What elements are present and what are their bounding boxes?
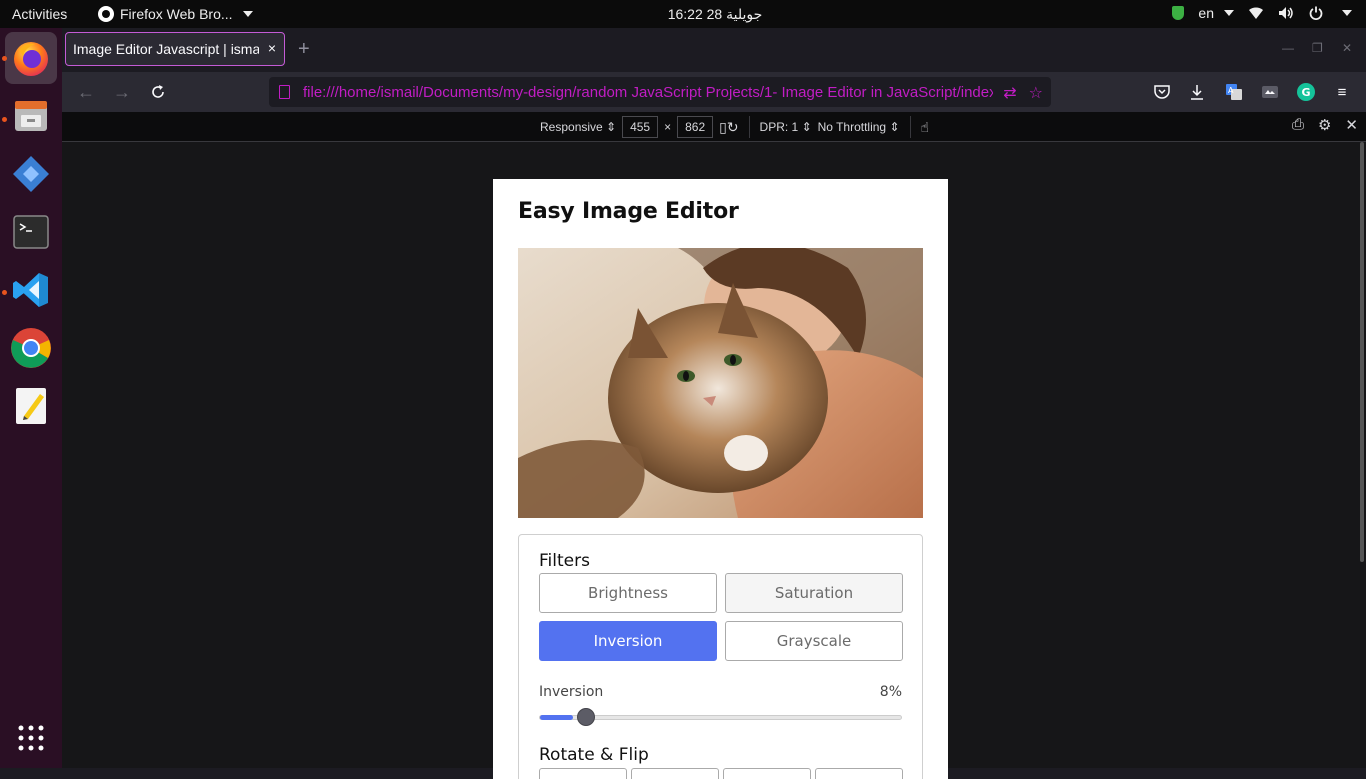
- power-icon[interactable]: [1308, 5, 1324, 21]
- dock-show-applications[interactable]: [5, 712, 57, 764]
- terminal-icon: [13, 215, 49, 249]
- dock-firefox[interactable]: [5, 32, 57, 84]
- forward-icon[interactable]: →: [111, 81, 133, 103]
- divider: [748, 116, 750, 138]
- text-editor-icon: [16, 388, 46, 424]
- extension-icon[interactable]: [1260, 82, 1280, 102]
- new-tab-button[interactable]: +: [298, 38, 310, 61]
- image-editor-app: Easy Image Editor Filters Brightness Sat…: [493, 179, 948, 779]
- reload-icon[interactable]: [147, 81, 169, 103]
- rotate-right-button[interactable]: [631, 768, 719, 779]
- maximize-icon[interactable]: ❐: [1312, 41, 1323, 55]
- files-icon: [15, 101, 47, 131]
- chrome-icon: [11, 328, 51, 368]
- viewport-height-input[interactable]: 862: [677, 116, 714, 138]
- throttling-selector[interactable]: No Throttling ⇕: [818, 120, 900, 134]
- minimize-icon[interactable]: —: [1282, 41, 1294, 55]
- tab-strip: Image Editor Javascript | ismail × + — ❐…: [62, 28, 1366, 72]
- shield-icon[interactable]: [1172, 6, 1185, 20]
- system-tray[interactable]: en: [1172, 5, 1352, 21]
- dock-files[interactable]: [5, 90, 57, 142]
- menu-icon[interactable]: ≡: [1332, 82, 1352, 102]
- page-title: Easy Image Editor: [518, 199, 739, 224]
- slider-thumb[interactable]: [577, 708, 595, 726]
- close-window-icon[interactable]: ✕: [1342, 41, 1352, 55]
- screenshot-icon[interactable]: ⎙: [1292, 116, 1304, 134]
- dock-software[interactable]: [5, 148, 57, 200]
- divider: [909, 116, 911, 138]
- filter-slider[interactable]: [539, 708, 902, 726]
- filters-title: Filters: [539, 551, 590, 571]
- editor-panel: Filters Brightness Saturation Inversion …: [518, 534, 923, 779]
- pocket-icon[interactable]: [1152, 82, 1172, 102]
- slider-fill: [540, 715, 573, 720]
- tab-image-editor[interactable]: Image Editor Javascript | ismail ×: [65, 32, 285, 66]
- vscode-icon: [13, 273, 48, 307]
- dock-vscode[interactable]: [5, 264, 57, 316]
- translate-extension-icon[interactable]: A: [1224, 82, 1244, 102]
- dpr-selector[interactable]: DPR: 1 ⇕: [760, 120, 812, 134]
- running-indicator: [2, 117, 7, 122]
- url-text: file:///home/ismail/Documents/my-design/…: [303, 83, 993, 101]
- chevron-down-icon: [1224, 10, 1234, 16]
- dock-terminal[interactable]: [5, 206, 57, 258]
- svg-text:A: A: [1228, 86, 1234, 95]
- slider-label: Inversion: [539, 684, 604, 700]
- inversion-button[interactable]: Inversion: [539, 621, 717, 661]
- translate-icon[interactable]: ⇄: [1003, 83, 1016, 103]
- flip-horizontal-button[interactable]: [723, 768, 811, 779]
- viewport-width-input[interactable]: 455: [622, 116, 659, 138]
- slider-value: 8%: [879, 684, 902, 700]
- scrollbar[interactable]: [1360, 142, 1364, 562]
- bookmark-star-icon[interactable]: ☆: [1029, 83, 1043, 103]
- firefox-icon: [14, 42, 48, 76]
- language-label: en: [1198, 5, 1214, 21]
- device-label: Responsive: [540, 120, 603, 134]
- flip-vertical-button[interactable]: [815, 768, 903, 779]
- navigation-bar: ← → file:///home/ismail/Documents/my-des…: [62, 72, 1366, 112]
- language-selector[interactable]: en: [1198, 5, 1234, 21]
- brightness-button[interactable]: Brightness: [539, 573, 717, 613]
- close-rdm-icon[interactable]: ✕: [1345, 116, 1358, 134]
- downloads-icon[interactable]: [1187, 82, 1207, 102]
- settings-gear-icon[interactable]: ⚙: [1318, 116, 1331, 134]
- tab-title: Image Editor Javascript | ismail: [73, 41, 259, 57]
- chevron-down-icon: [1342, 10, 1352, 16]
- system-top-bar: Activities Firefox Web Bro... 16:22 28 ج…: [0, 0, 1366, 28]
- clock[interactable]: 16:22 28 جويلية: [0, 6, 1366, 23]
- image-preview: [518, 248, 923, 518]
- back-icon[interactable]: ←: [75, 81, 97, 103]
- ubuntu-dock: [0, 28, 62, 768]
- running-indicator: [2, 56, 7, 61]
- dock-text-editor[interactable]: [5, 380, 57, 432]
- responsive-design-toolbar: Responsive ⇕ 455 × 862 ▯↻ DPR: 1 ⇕ No Th…: [62, 112, 1366, 142]
- clock-label: 16:22 28 جويلية: [667, 6, 763, 22]
- grammarly-icon[interactable]: G: [1296, 82, 1316, 102]
- rotate-flip-title: Rotate & Flip: [539, 745, 649, 765]
- dimension-separator: ×: [664, 120, 672, 134]
- rotate-viewport-icon[interactable]: ▯↻: [719, 119, 738, 136]
- grayscale-button[interactable]: Grayscale: [725, 621, 903, 661]
- svg-text:G: G: [1302, 86, 1311, 99]
- address-bar[interactable]: file:///home/ismail/Documents/my-design/…: [269, 77, 1051, 107]
- running-indicator: [2, 290, 7, 295]
- touch-simulation-icon[interactable]: ☝: [921, 119, 930, 136]
- close-tab-icon[interactable]: ×: [268, 40, 276, 56]
- rotate-left-button[interactable]: [539, 768, 627, 779]
- volume-icon[interactable]: [1278, 5, 1294, 21]
- app-grid-icon: [18, 725, 44, 751]
- page-icon: [279, 85, 290, 99]
- page-viewport: Easy Image Editor Filters Brightness Sat…: [62, 142, 1366, 779]
- woman-with-cat-image: [518, 248, 923, 518]
- throttling-label: No Throttling: [817, 120, 887, 134]
- saturation-button[interactable]: Saturation: [725, 573, 903, 613]
- wifi-icon[interactable]: [1248, 5, 1264, 21]
- dock-chrome[interactable]: [5, 322, 57, 374]
- software-center-icon: [13, 156, 49, 192]
- dpr-label: DPR: 1: [759, 120, 799, 134]
- device-selector[interactable]: Responsive ⇕: [540, 120, 616, 134]
